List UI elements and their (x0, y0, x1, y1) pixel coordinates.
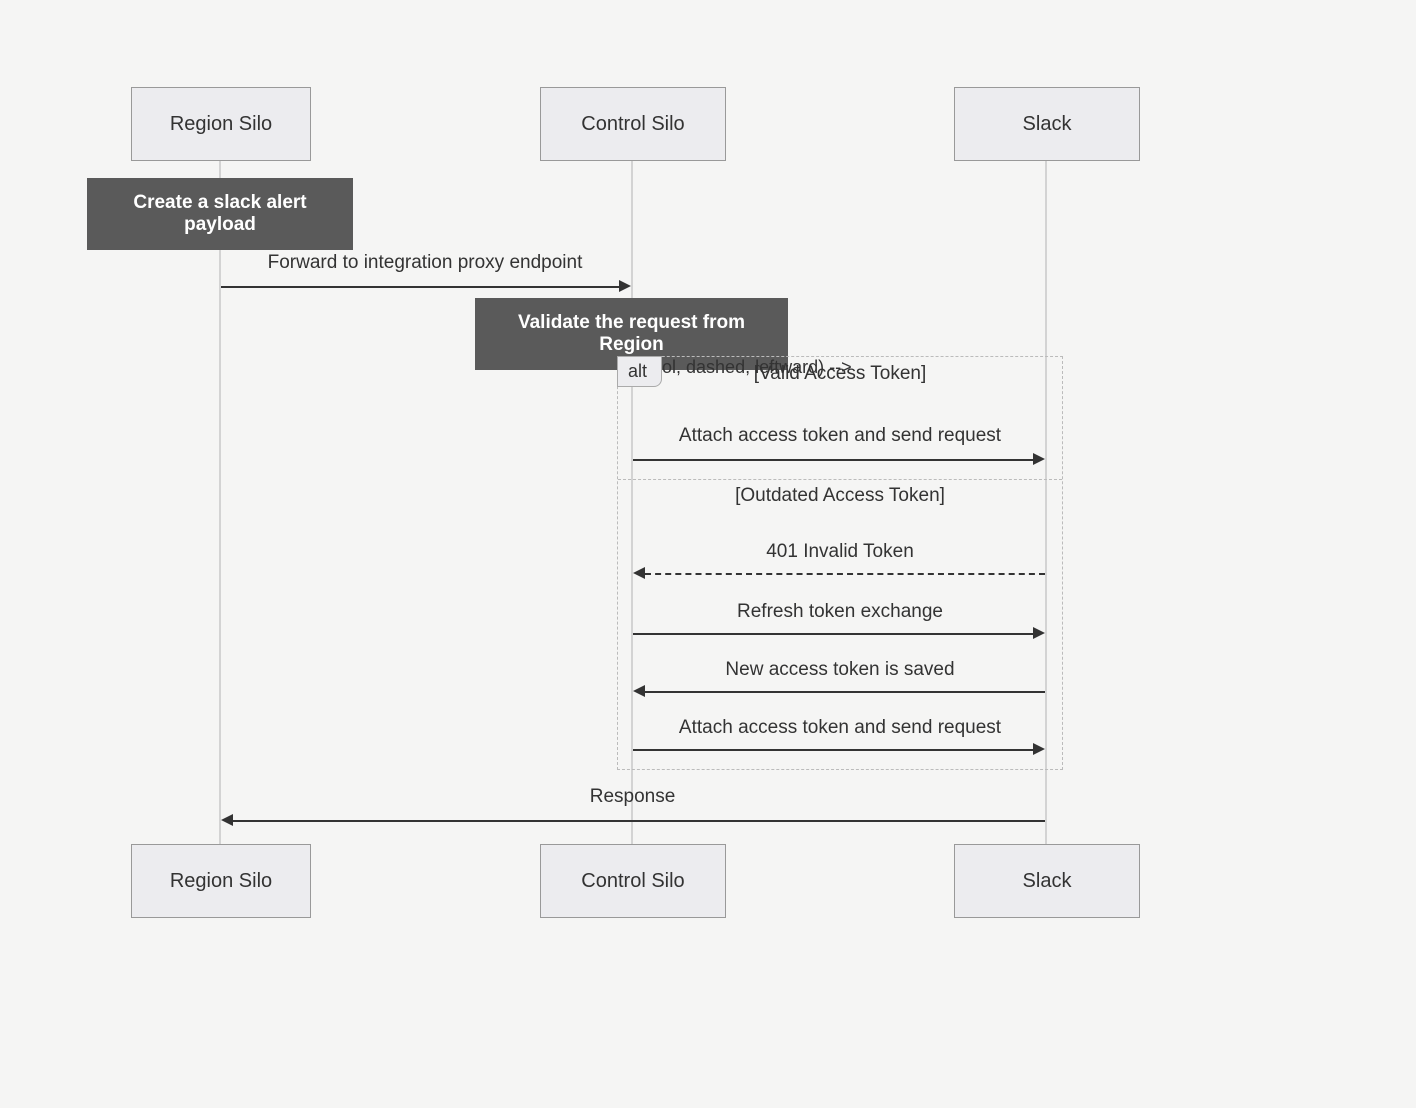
alt-fragment: alt [Valid Access Token] Attach access t… (617, 356, 1063, 770)
guard-text: [Valid Access Token] (754, 363, 927, 384)
msg-forward-arrowhead (619, 280, 631, 292)
label-text: Response (590, 786, 676, 807)
msg-newtoken-label: New access token is saved (618, 659, 1062, 681)
note-create-payload: Create a slack alert payload (87, 178, 353, 250)
msg-newtoken-arrowhead (633, 685, 645, 697)
msg-invalid-arrowhead (633, 567, 645, 579)
participant-control-top: Control Silo (540, 87, 726, 161)
msg-attach1-arrow (633, 459, 1033, 461)
guard-text: [Outdated Access Token] (735, 485, 945, 506)
msg-newtoken-arrow (645, 691, 1045, 693)
alt-guard-valid: [Valid Access Token] (618, 363, 1062, 385)
msg-attach1-arrowhead (1033, 453, 1045, 465)
msg-invalid-arrow (645, 573, 1045, 575)
msg-refresh-arrow (633, 633, 1033, 635)
msg-refresh-arrowhead (1033, 627, 1045, 639)
alt-divider (618, 479, 1062, 480)
participant-slack-top: Slack (954, 87, 1140, 161)
alt-guard-outdated: [Outdated Access Token] (618, 485, 1062, 507)
msg-refresh-label: Refresh token exchange (618, 601, 1062, 623)
msg-response-label: Response (220, 786, 1045, 808)
participant-label: Slack (1023, 869, 1072, 893)
msg-response-arrow (233, 820, 1045, 822)
label-text: 401 Invalid Token (766, 541, 914, 562)
msg-invalid-label: 401 Invalid Token (618, 541, 1062, 563)
note-text: Validate the request from Region (518, 312, 745, 355)
label-text: Refresh token exchange (737, 601, 943, 622)
note-text: Create a slack alert payload (133, 192, 306, 235)
participant-label: Region Silo (170, 869, 272, 893)
label-text: Attach access token and send request (679, 717, 1001, 738)
msg-attach2-arrowhead (1033, 743, 1045, 755)
participant-label: Control Silo (581, 869, 684, 893)
msg-response-arrowhead (221, 814, 233, 826)
label-text: Forward to integration proxy endpoint (268, 252, 583, 273)
msg-attach1-label: Attach access token and send request (618, 425, 1062, 447)
participant-slack-bottom: Slack (954, 844, 1140, 918)
msg-forward-arrow (221, 286, 619, 288)
msg-attach2-label: Attach access token and send request (618, 717, 1062, 739)
msg-forward-label: Forward to integration proxy endpoint (220, 252, 630, 274)
label-text: New access token is saved (725, 659, 954, 680)
sequence-diagram: Region Silo Control Silo Slack Create a … (0, 0, 1416, 1108)
participant-region-bottom: Region Silo (131, 844, 311, 918)
msg-attach2-arrow (633, 749, 1033, 751)
participant-label: Control Silo (581, 112, 684, 136)
participant-label: Region Silo (170, 112, 272, 136)
participant-label: Slack (1023, 112, 1072, 136)
label-text: Attach access token and send request (679, 425, 1001, 446)
participant-region-top: Region Silo (131, 87, 311, 161)
participant-control-bottom: Control Silo (540, 844, 726, 918)
